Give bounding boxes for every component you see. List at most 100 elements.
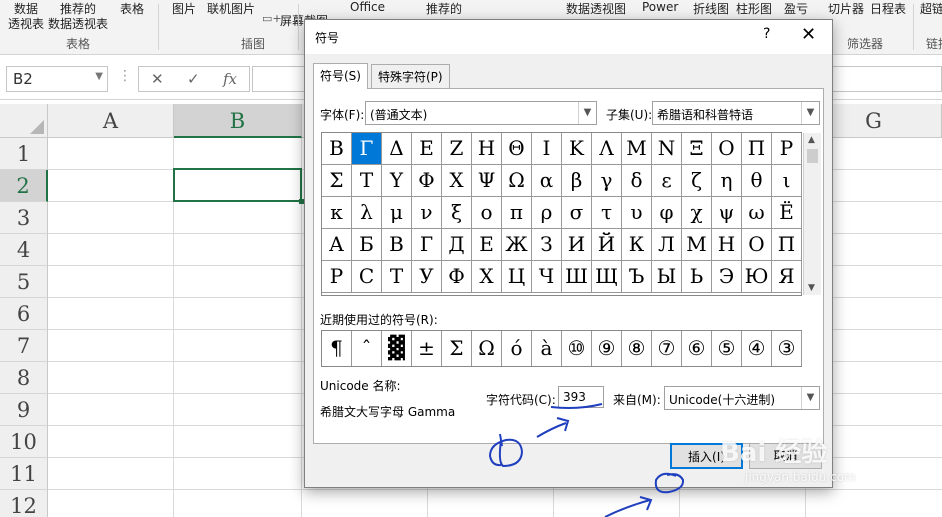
scroll-up-icon[interactable]: ▲ bbox=[808, 135, 815, 145]
recent-symbol-cell[interactable]: ⑤ bbox=[712, 331, 742, 366]
symbol-cell[interactable]: ξ bbox=[442, 197, 472, 229]
symbol-cell[interactable]: Κ bbox=[562, 133, 592, 165]
symbol-cell[interactable]: ω bbox=[742, 197, 772, 229]
symbol-cell[interactable]: Τ bbox=[352, 165, 382, 197]
chevron-down-icon[interactable]: ▼ bbox=[95, 71, 103, 82]
tab-special-characters[interactable]: 特殊字符(P) bbox=[371, 64, 450, 88]
symbol-cell[interactable]: Υ bbox=[382, 165, 412, 197]
subset-select[interactable]: 希腊语和科普特语 ▼ bbox=[652, 101, 820, 125]
row-header-4[interactable]: 4 bbox=[0, 234, 48, 266]
symbol-cell[interactable]: Д bbox=[442, 229, 472, 261]
recent-symbol-cell[interactable]: ˆ bbox=[352, 331, 382, 366]
recent-symbol-cell[interactable]: Σ bbox=[442, 331, 472, 366]
ribbon-recommended-charts[interactable]: 推荐的 bbox=[426, 0, 462, 17]
symbol-cell[interactable]: Х bbox=[472, 261, 502, 293]
formula-bar-resize-handle[interactable]: ⋮ bbox=[118, 68, 132, 84]
scroll-thumb[interactable] bbox=[807, 149, 818, 163]
symbol-cell[interactable]: ρ bbox=[532, 197, 562, 229]
symbol-cell[interactable]: Л bbox=[652, 229, 682, 261]
symbol-cell[interactable]: Ё bbox=[772, 197, 802, 229]
symbol-cell[interactable]: σ bbox=[562, 197, 592, 229]
char-code-input[interactable]: 393 bbox=[558, 386, 604, 408]
symbol-cell[interactable]: Ч bbox=[532, 261, 562, 293]
symbol-cell[interactable]: Η bbox=[472, 133, 502, 165]
symbol-cell-selected[interactable]: Γ bbox=[352, 133, 382, 165]
enter-formula-icon[interactable]: ✓ bbox=[187, 70, 200, 88]
row-header-6[interactable]: 6 bbox=[0, 298, 48, 330]
symbol-cell[interactable]: Ь bbox=[682, 261, 712, 293]
ribbon-recommended-pivot-line2[interactable]: 数据透视表 bbox=[48, 15, 108, 32]
recent-symbol-cell[interactable]: ⑩ bbox=[562, 331, 592, 366]
symbol-cell[interactable]: Ш bbox=[562, 261, 592, 293]
row-header-3[interactable]: 3 bbox=[0, 202, 48, 234]
row-header-8[interactable]: 8 bbox=[0, 362, 48, 394]
symbol-cell[interactable]: β bbox=[562, 165, 592, 197]
column-header-a[interactable]: A bbox=[48, 104, 174, 138]
symbol-cell[interactable]: С bbox=[352, 261, 382, 293]
symbol-cell[interactable]: К bbox=[622, 229, 652, 261]
symbol-cell[interactable]: η bbox=[712, 165, 742, 197]
symbol-cell[interactable]: Π bbox=[742, 133, 772, 165]
recent-symbol-cell[interactable]: ③ bbox=[772, 331, 802, 366]
close-icon[interactable]: ✕ bbox=[801, 24, 816, 45]
symbol-cell[interactable]: Й bbox=[592, 229, 622, 261]
symbol-cell[interactable]: Ι bbox=[532, 133, 562, 165]
symbol-cell[interactable]: Λ bbox=[592, 133, 622, 165]
symbol-cell[interactable]: ζ bbox=[682, 165, 712, 197]
row-header-2[interactable]: 2 bbox=[0, 170, 48, 202]
symbol-cell[interactable]: В bbox=[382, 229, 412, 261]
ribbon-sparkline-line[interactable]: 折线图 bbox=[693, 0, 729, 17]
cancel-formula-icon[interactable]: ✕ bbox=[151, 70, 164, 88]
symbol-cell[interactable]: Т bbox=[382, 261, 412, 293]
symbol-cell[interactable]: Ы bbox=[652, 261, 682, 293]
font-select[interactable]: (普通文本) ▼ bbox=[365, 101, 597, 125]
name-box[interactable]: B2 ▼ bbox=[6, 66, 108, 92]
symbol-cell[interactable]: Ф bbox=[442, 261, 472, 293]
recent-symbol-cell[interactable]: ó bbox=[502, 331, 532, 366]
symbol-cell[interactable]: ψ bbox=[712, 197, 742, 229]
dialog-title-bar[interactable]: 符号 ? ✕ bbox=[305, 20, 832, 54]
chevron-down-icon[interactable]: ▼ bbox=[801, 387, 819, 409]
symbol-cell[interactable]: Ρ bbox=[772, 133, 802, 165]
symbol-cell[interactable]: Э bbox=[712, 261, 742, 293]
ribbon-sparkline-winloss[interactable]: 盈亏 bbox=[784, 0, 808, 17]
ribbon-pivot-table-line2[interactable]: 透视表 bbox=[8, 15, 44, 32]
ribbon-pivot-chart[interactable]: 数据透视图 bbox=[566, 0, 626, 17]
select-all-button[interactable] bbox=[0, 104, 48, 138]
symbol-cell[interactable]: φ bbox=[652, 197, 682, 229]
symbol-cell[interactable]: ι bbox=[772, 165, 802, 197]
symbol-cell[interactable]: υ bbox=[622, 197, 652, 229]
symbol-cell[interactable]: Ν bbox=[652, 133, 682, 165]
symbol-cell[interactable]: α bbox=[532, 165, 562, 197]
symbol-cell[interactable]: Ψ bbox=[472, 165, 502, 197]
ribbon-timeline[interactable]: 日程表 bbox=[870, 0, 906, 17]
recent-symbol-cell[interactable]: ¶ bbox=[322, 331, 352, 366]
symbol-cell[interactable]: О bbox=[742, 229, 772, 261]
symbol-cell[interactable]: Ъ bbox=[622, 261, 652, 293]
symbol-cell[interactable]: ο bbox=[472, 197, 502, 229]
symbol-cell[interactable]: μ bbox=[382, 197, 412, 229]
symbol-cell[interactable]: М bbox=[682, 229, 712, 261]
column-header-b[interactable]: B bbox=[174, 104, 302, 138]
recent-symbol-cell[interactable]: ▓ bbox=[382, 331, 412, 366]
ribbon-office-addins[interactable]: Office bbox=[350, 0, 385, 14]
recent-symbol-cell[interactable]: ⑦ bbox=[652, 331, 682, 366]
selected-cell-b2[interactable] bbox=[173, 168, 304, 204]
symbol-cell[interactable]: Я bbox=[772, 261, 802, 293]
symbol-cell[interactable]: Г bbox=[412, 229, 442, 261]
row-header-9[interactable]: 9 bbox=[0, 394, 48, 426]
symbol-cell[interactable]: А bbox=[322, 229, 352, 261]
recent-symbol-cell[interactable]: ⑨ bbox=[592, 331, 622, 366]
symbol-cell[interactable]: И bbox=[562, 229, 592, 261]
symbol-cell[interactable]: П bbox=[772, 229, 802, 261]
chevron-down-icon[interactable]: ▼ bbox=[578, 102, 596, 124]
symbol-cell[interactable]: ν bbox=[412, 197, 442, 229]
ribbon-online-pictures-button[interactable]: 联机图片 bbox=[207, 0, 255, 17]
row-header-10[interactable]: 10 bbox=[0, 426, 48, 458]
symbol-cell[interactable]: Р bbox=[322, 261, 352, 293]
symbol-cell[interactable]: Б bbox=[352, 229, 382, 261]
symbol-cell[interactable]: Е bbox=[472, 229, 502, 261]
recent-symbol-cell[interactable]: Ω bbox=[472, 331, 502, 366]
recent-symbol-cell[interactable]: ⑥ bbox=[682, 331, 712, 366]
symbol-cell[interactable]: λ bbox=[352, 197, 382, 229]
